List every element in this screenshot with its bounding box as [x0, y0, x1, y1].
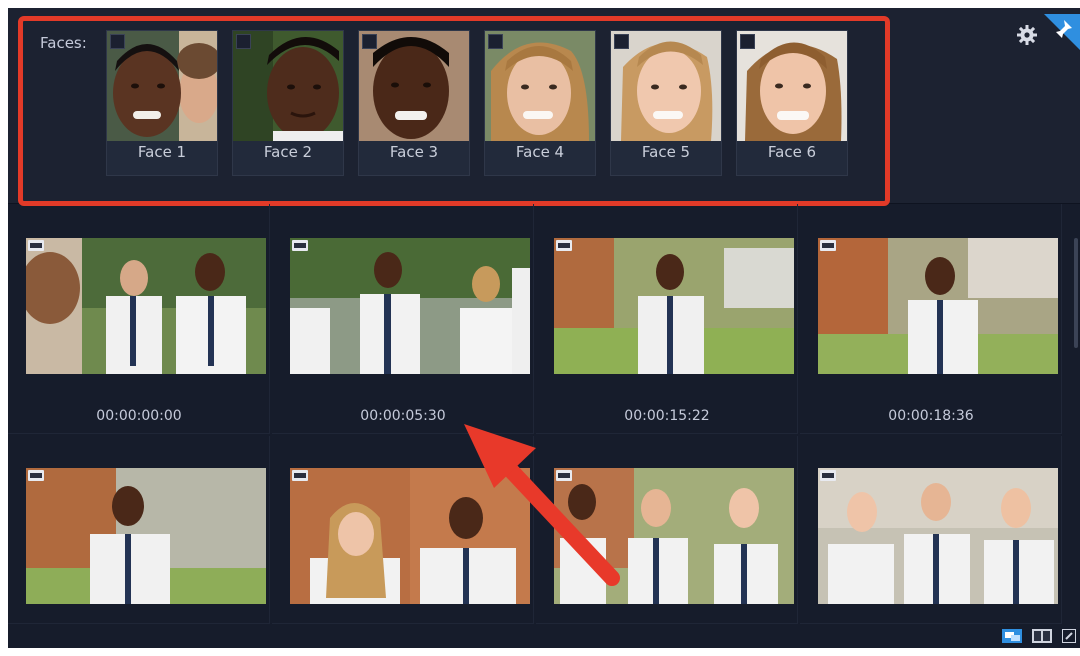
clip-item-1[interactable]: 00:00:00:00 — [8, 204, 270, 434]
video-icon — [820, 240, 836, 251]
clip-thumbnail — [818, 238, 1058, 374]
faces-label: Faces: — [40, 34, 87, 52]
face-name: Face 6 — [767, 143, 817, 161]
video-icon — [556, 470, 572, 481]
gear-icon[interactable] — [1016, 24, 1038, 46]
face-checkbox[interactable] — [110, 34, 125, 49]
face-checkbox[interactable] — [488, 34, 503, 49]
clip-item-2[interactable]: 00:00:05:30 — [272, 204, 534, 434]
video-icon — [292, 470, 308, 481]
bottom-toolbar — [8, 624, 1080, 648]
clip-thumbnail — [26, 468, 266, 604]
face-card-4[interactable]: Face 4 — [484, 30, 596, 176]
face-name: Face 3 — [389, 143, 439, 161]
face-name: Face 4 — [515, 143, 565, 161]
clip-timecode: 00:00:18:36 — [888, 408, 974, 424]
clip-thumbnail — [554, 238, 794, 374]
faces-strip: Faces: Face 1 Face 2 Face 3 Face 4 Face … — [8, 8, 1080, 204]
clip-thumbnail — [818, 468, 1058, 604]
face-name: Face 2 — [263, 143, 313, 161]
face-card-2[interactable]: Face 2 — [232, 30, 344, 176]
clip-item-5[interactable] — [8, 436, 270, 624]
clip-thumbnail — [290, 468, 530, 604]
scrollbar-thumb[interactable] — [1074, 238, 1078, 348]
face-indexing-panel: Faces: Face 1 Face 2 Face 3 Face 4 Face … — [8, 8, 1080, 648]
clip-thumbnail — [26, 238, 266, 374]
pin-icon[interactable] — [1044, 14, 1080, 50]
clip-timecode: 00:00:00:00 — [96, 408, 182, 424]
clip-item-3[interactable]: 00:00:15:22 — [536, 204, 798, 434]
thumbnail-view-icon[interactable] — [1002, 629, 1022, 643]
video-icon — [28, 470, 44, 481]
clip-item-8[interactable] — [800, 436, 1062, 624]
face-card-6[interactable]: Face 6 — [736, 30, 848, 176]
video-icon — [28, 240, 44, 251]
face-checkbox[interactable] — [362, 34, 377, 49]
face-checkbox[interactable] — [740, 34, 755, 49]
video-icon — [556, 240, 572, 251]
edit-icon[interactable] — [1062, 629, 1076, 643]
clip-timecode: 00:00:05:30 — [360, 408, 446, 424]
clip-item-4[interactable]: 00:00:18:36 — [800, 204, 1062, 434]
clip-thumbnail — [290, 238, 530, 374]
clip-grid: 00:00:00:00 00:00:05:30 00:00:15:22 00:0… — [8, 204, 1080, 624]
clip-item-7[interactable] — [536, 436, 798, 624]
video-icon — [292, 240, 308, 251]
face-card-1[interactable]: Face 1 — [106, 30, 218, 176]
face-checkbox[interactable] — [614, 34, 629, 49]
face-name: Face 1 — [137, 143, 187, 161]
face-name: Face 5 — [641, 143, 691, 161]
video-icon — [820, 470, 836, 481]
clip-item-6[interactable] — [272, 436, 534, 624]
face-card-5[interactable]: Face 5 — [610, 30, 722, 176]
face-checkbox[interactable] — [236, 34, 251, 49]
split-view-icon[interactable] — [1032, 629, 1052, 643]
face-card-3[interactable]: Face 3 — [358, 30, 470, 176]
clip-timecode: 00:00:15:22 — [624, 408, 710, 424]
clip-thumbnail — [554, 468, 794, 604]
